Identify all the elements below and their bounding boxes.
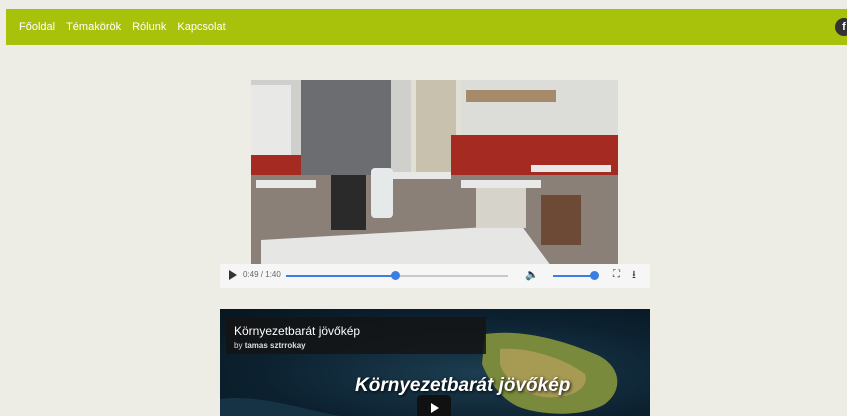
embed-title[interactable]: Környezetbarát jövőkép <box>234 324 360 338</box>
embed-play-button[interactable] <box>417 395 451 416</box>
volume-slider-fill <box>553 275 594 277</box>
time-display: 0:49 / 1:40 <box>243 270 281 279</box>
embedded-video[interactable]: Környezetbarát jövőkép by tamas sztrroka… <box>220 309 650 416</box>
video-still-image <box>251 80 618 266</box>
embed-title-box: Környezetbarát jövőkép by tamas sztrroka… <box>226 317 486 354</box>
top-navbar: Főoldal Témakörök Rólunk Kapcsolat <box>6 9 847 45</box>
video-player-controls: 0:49 / 1:40 🔈 ⛶ ⭳ <box>220 264 650 288</box>
embed-author[interactable]: tamas sztrrokay <box>245 341 306 350</box>
nav-menu: Főoldal Témakörök Rólunk Kapcsolat <box>19 9 237 45</box>
play-icon[interactable] <box>229 270 237 280</box>
seek-bar-fill <box>286 275 395 277</box>
nav-item-kapcsolat[interactable]: Kapcsolat <box>177 21 225 33</box>
nav-item-rolunk[interactable]: Rólunk <box>132 21 166 33</box>
seek-bar-thumb[interactable] <box>390 271 400 280</box>
facebook-icon[interactable]: f <box>835 18 847 36</box>
nav-item-temakorok[interactable]: Témakörök <box>66 21 121 33</box>
embed-byline: by tamas sztrrokay <box>234 341 306 350</box>
embed-by-prefix: by <box>234 341 243 350</box>
download-icon[interactable]: ⭳ <box>632 268 636 282</box>
nav-item-fooldal[interactable]: Főoldal <box>19 21 55 33</box>
video-frame[interactable] <box>251 80 618 266</box>
volume-slider-thumb[interactable] <box>589 271 599 280</box>
embed-overlay-title: Környezetbarát jövőkép <box>355 375 571 396</box>
fullscreen-icon[interactable]: ⛶ <box>613 268 620 282</box>
volume-icon[interactable]: 🔈 <box>525 268 539 282</box>
